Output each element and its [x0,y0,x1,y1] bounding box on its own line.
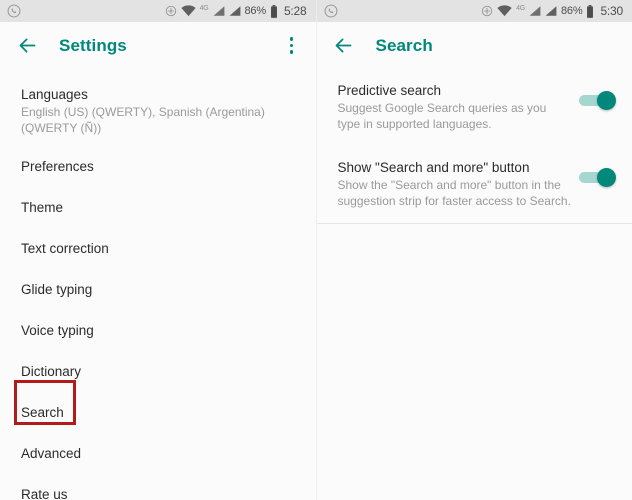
signal-bars-icon-1 [213,5,225,17]
preference-text: Predictive search Suggest Google Search … [338,82,573,132]
signal-bars-icon-2 [229,5,241,17]
list-item-title: Languages [21,87,88,102]
back-arrow-icon[interactable] [14,33,40,59]
sidebar-item-advanced[interactable]: Advanced [0,433,316,474]
left-phone-panel: 4G 86% 5:28 Settings Languages English (… [0,0,317,500]
section-divider [316,223,632,224]
sidebar-item-glide-typing[interactable]: Glide typing [0,269,316,310]
sidebar-item-dictionary[interactable]: Dictionary [0,351,316,392]
list-item-title: Rate us [21,487,68,500]
sync-icon [165,5,177,17]
list-item-title: Search [21,405,64,420]
list-item-title: Voice typing [21,323,94,338]
battery-full-icon [270,4,278,18]
list-item-title: Glide typing [21,282,93,297]
sync-icon [481,5,493,17]
sidebar-item-preferences[interactable]: Preferences [0,146,316,187]
preference-row-predictive-search[interactable]: Predictive search Suggest Google Search … [317,69,632,146]
status-bar-right-icons: 4G 86% 5:28 [165,4,307,18]
battery-percent-label: 86% [244,5,267,17]
signal-bars-icon-2 [545,5,557,17]
preference-text: Show "Search and more" button Show the "… [338,159,573,209]
toggle-search-and-more-button[interactable] [578,166,616,188]
overflow-dot [289,50,294,54]
toggle-predictive-search[interactable] [578,89,616,111]
overflow-dot [289,37,294,41]
sidebar-item-theme[interactable]: Theme [0,187,316,228]
toggle-thumb [597,90,616,110]
network-type-label: 4G [516,4,526,12]
list-item-title: Theme [21,200,64,215]
list-item-title: Preferences [21,159,94,174]
list-item-title: Dictionary [21,364,82,379]
overflow-dot [289,43,294,48]
preference-subtitle: Show the "Search and more" button in the… [337,178,571,208]
list-item-title: Advanced [21,446,82,461]
list-item-subtitle: English (US) (QWERTY), Spanish (Argentin… [21,105,265,135]
status-bar-left-icons [324,4,338,18]
battery-percent-label: 86% [561,5,583,17]
sidebar-item-rate-us[interactable]: Rate us [0,474,316,500]
sidebar-item-languages[interactable]: Languages English (US) (QWERTY), Spanish… [0,74,316,146]
page-title: Settings [59,35,127,55]
preference-title: Show "Search and more" button [337,160,530,175]
back-arrow-icon[interactable] [331,33,357,59]
battery-full-icon [586,4,594,18]
status-bar-clock: 5:28 [283,4,307,18]
preference-row-search-and-more-button[interactable]: Show "Search and more" button Show the "… [317,146,632,223]
right-phone-panel: 4G 86% 5:30 Search Predictive search Sug… [316,0,632,500]
sidebar-item-text-correction[interactable]: Text correction [0,228,316,269]
status-bar-clock: 5:30 [600,4,623,18]
wifi-icon [497,5,512,17]
preference-subtitle: Suggest Google Search queries as you typ… [337,101,547,131]
screenshot-root: 4G 86% 5:28 Settings Languages English (… [0,0,632,500]
status-bar-left-icons [7,4,21,18]
toggle-thumb [597,167,616,187]
wifi-icon [180,5,196,17]
network-type-label: 4G [199,4,209,12]
signal-bars-icon-1 [529,5,541,17]
overflow-menu-icon[interactable] [280,33,304,59]
preference-title: Predictive search [337,83,442,98]
whatsapp-icon [324,4,338,18]
status-bar-left: 4G 86% 5:28 [0,0,316,22]
search-preferences-list: Predictive search Suggest Google Search … [316,69,632,224]
page-title: Search [375,35,433,55]
whatsapp-icon [7,4,21,18]
sidebar-item-voice-typing[interactable]: Voice typing [0,310,316,351]
app-bar-search: Search [316,22,632,69]
status-bar-right: 4G 86% 5:30 [316,0,632,22]
settings-list: Languages English (US) (QWERTY), Spanish… [0,69,316,500]
list-item-title: Text correction [21,241,109,256]
status-bar-right-icons: 4G 86% 5:30 [481,4,623,18]
sidebar-item-search[interactable]: Search [0,392,316,433]
app-bar-settings: Settings [0,22,316,69]
